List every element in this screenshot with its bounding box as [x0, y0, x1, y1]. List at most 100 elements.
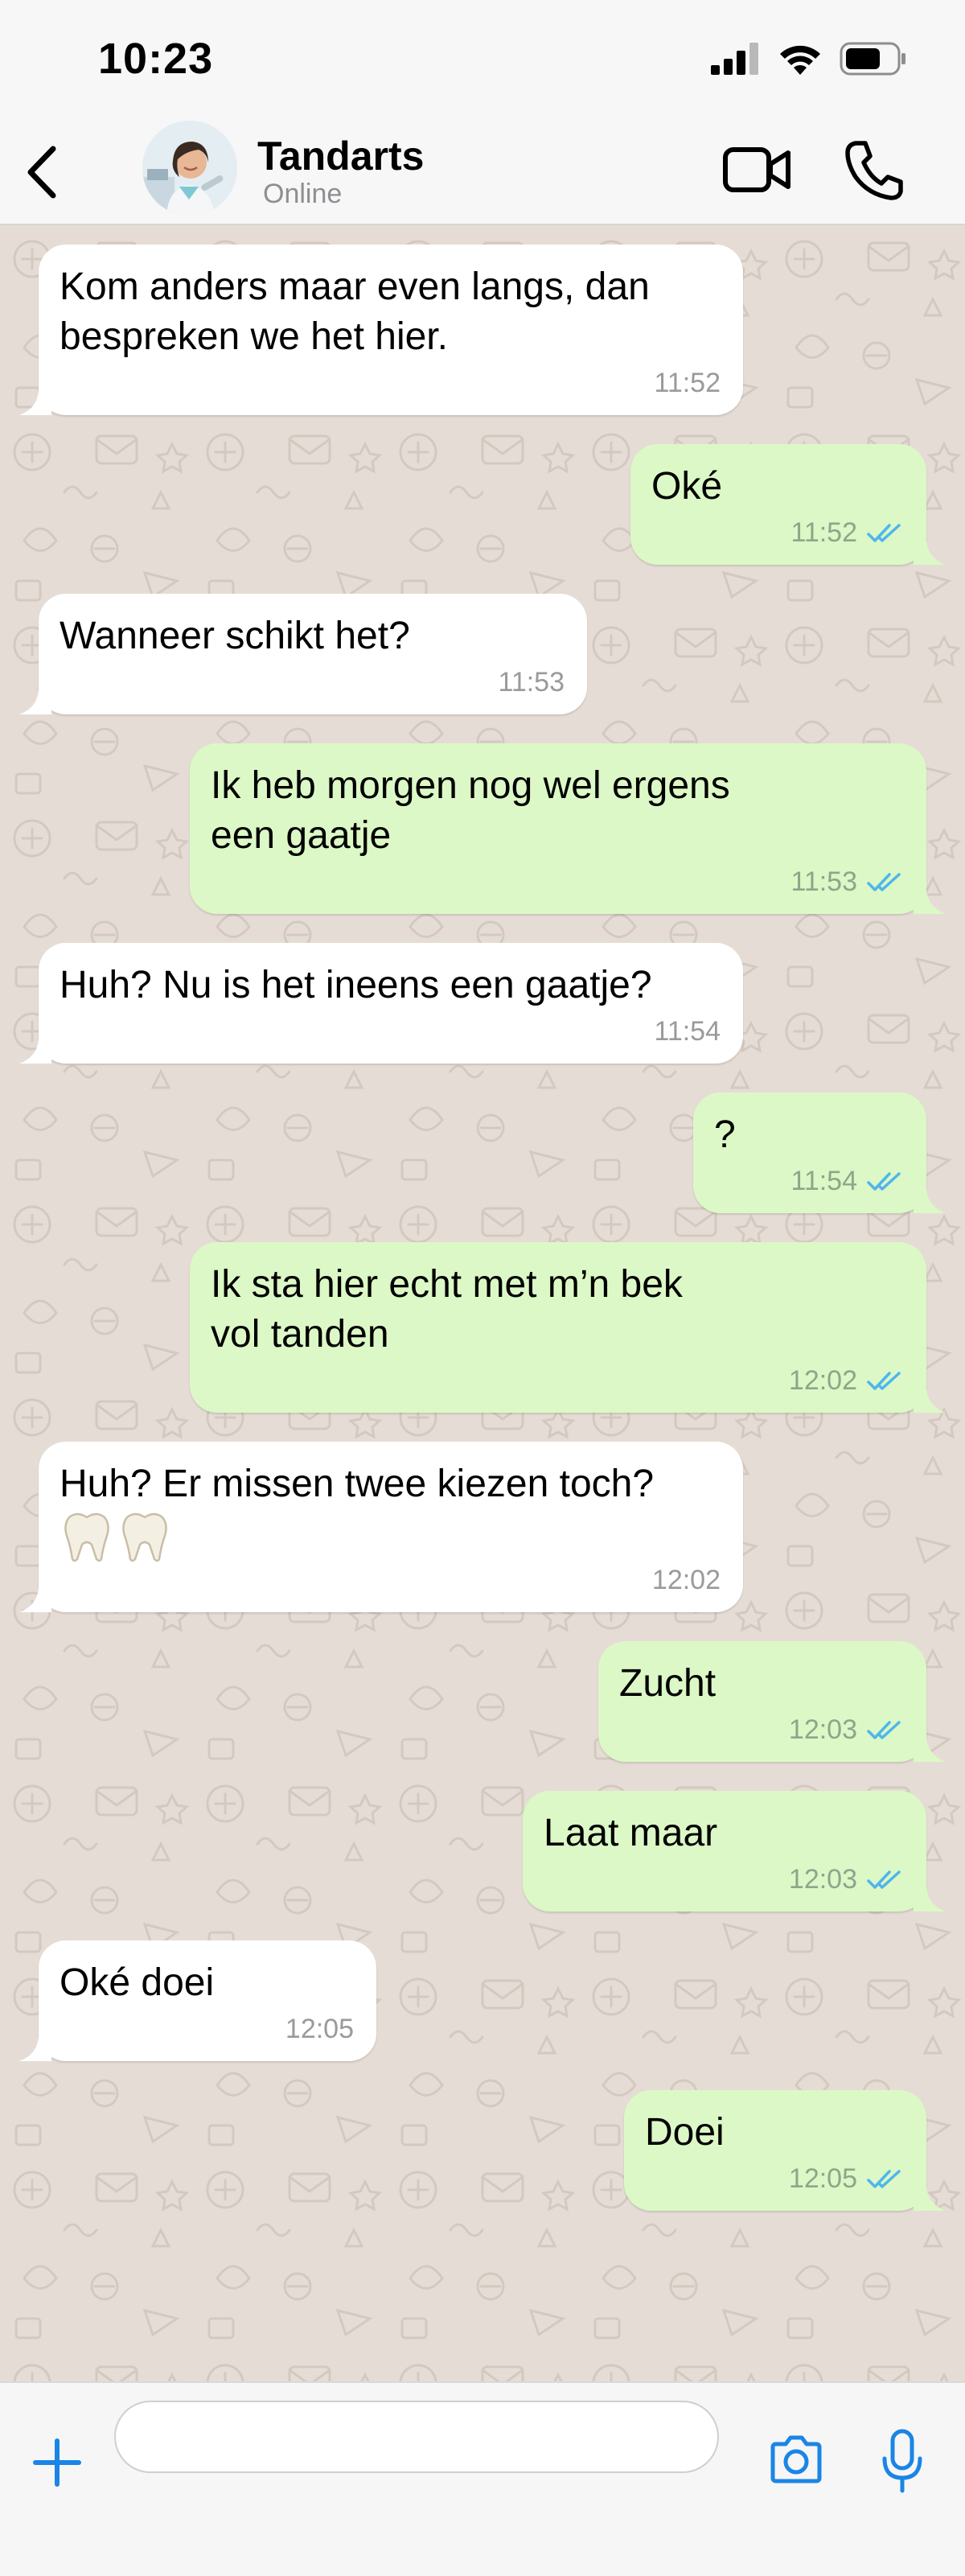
bubble-tail	[19, 388, 51, 415]
outgoing-message-bubble[interactable]: ? 11:54	[693, 1093, 946, 1213]
read-receipt-icon	[867, 1720, 901, 1739]
plus-icon	[33, 2438, 81, 2487]
read-receipt-icon	[867, 872, 901, 891]
message-text: Huh? Nu is het ineens een gaatje?	[60, 961, 652, 1010]
bubble-tail	[914, 2183, 946, 2211]
attach-button[interactable]	[31, 2436, 84, 2489]
message-text: Wanneer schikt het?	[60, 611, 410, 661]
read-receipt-icon	[867, 1171, 901, 1191]
message-text: Huh? Er missen twee kiezen toch?	[60, 1459, 654, 1509]
message-text-line: Ik heb morgen nog wel ergens	[211, 764, 730, 807]
read-receipt-icon	[867, 1870, 901, 1889]
status-time: 10:23	[98, 35, 214, 83]
bubble-tail	[19, 1585, 51, 1612]
message-text: Doei	[645, 2108, 725, 2158]
message-meta: 12:03	[789, 1714, 904, 1746]
message-text-line: een gaatje	[211, 814, 392, 857]
camera-button[interactable]	[768, 2434, 824, 2484]
outgoing-message-bubble[interactable]: Laat maar 12:03	[523, 1791, 946, 1911]
bubble-tail	[19, 2034, 51, 2061]
contact-status: Online	[263, 179, 343, 209]
cellular-signal-icon	[711, 43, 758, 75]
read-receipt-icon	[867, 1371, 901, 1390]
bubble-tail	[914, 1186, 946, 1213]
chat-header: Tandarts Online	[0, 121, 965, 225]
read-receipt-icon	[867, 523, 901, 542]
message-text: Kom anders maar even langs, dan bespreken…	[60, 262, 650, 362]
message-input[interactable]	[114, 2401, 719, 2473]
message-time: 12:05	[788, 2163, 857, 2194]
voice-call-button[interactable]	[844, 138, 904, 201]
incoming-message-bubble[interactable]: Wanneer schikt het? 11:53	[19, 594, 587, 714]
bubble-tail	[914, 1884, 946, 1911]
message-text-line: Zucht	[619, 1662, 717, 1705]
message-meta: 12:03	[789, 1864, 904, 1895]
message-text-line: ?	[714, 1113, 736, 1156]
message-text-line: bespreken we het hier.	[60, 315, 448, 358]
outgoing-message-bubble[interactable]: Oké 11:52	[630, 444, 946, 565]
bubble-tail	[914, 537, 946, 565]
battery-icon	[840, 42, 905, 76]
incoming-message-bubble[interactable]: Huh? Nu is het ineens een gaatje? 11:54	[19, 943, 743, 1064]
message-text-line: Kom anders maar even langs, dan	[60, 265, 650, 308]
wifi-icon	[780, 45, 820, 75]
message-text-line: Ik sta hier echt met m’n bek	[211, 1263, 683, 1306]
message-text-line: Huh? Nu is het ineens een gaatje?	[60, 964, 652, 1006]
microphone-icon	[882, 2429, 922, 2493]
message-time: 11:52	[654, 368, 721, 398]
video-call-button[interactable]	[722, 142, 791, 198]
message-meta: 12:05	[285, 2014, 354, 2045]
message-text: Oké doei	[60, 1958, 214, 2008]
bubble-tail	[914, 1734, 946, 1762]
bubble-tail	[914, 1385, 946, 1413]
message-text-line: vol tanden	[211, 1313, 389, 1356]
chat-area[interactable]: Kom anders maar even langs, dan bespreken…	[0, 227, 965, 2381]
message-text: Ik heb morgen nog wel ergens een gaatje	[211, 761, 730, 861]
message-text: ?	[714, 1110, 736, 1160]
message-text: Ik sta hier echt met m’n bek vol tanden	[211, 1260, 683, 1360]
dentist-avatar-image	[142, 121, 237, 216]
message-time: 12:03	[788, 1864, 857, 1895]
contact-name[interactable]: Tandarts	[257, 133, 424, 179]
camera-icon	[770, 2435, 822, 2483]
microphone-button[interactable]	[880, 2428, 925, 2494]
tooth-emoji-icon	[64, 1512, 109, 1562]
bubble-tail	[19, 687, 51, 714]
outgoing-message-bubble[interactable]: Doei 12:05	[624, 2090, 946, 2211]
message-meta: 11:53	[790, 866, 904, 898]
input-bar	[0, 2381, 965, 2576]
read-receipt-icon	[867, 2169, 901, 2188]
message-meta: 12:05	[789, 2163, 904, 2195]
back-button[interactable]	[18, 143, 66, 201]
message-meta: 12:02	[652, 1565, 721, 1596]
message-time: 11:53	[790, 866, 857, 897]
message-text: Zucht	[619, 1659, 716, 1709]
message-time: 12:02	[651, 1565, 721, 1595]
message-meta: 11:54	[790, 1166, 904, 1197]
bubble-tail	[19, 1036, 51, 1064]
message-emoji-row	[61, 1511, 170, 1564]
message-text-line: Laat maar	[544, 1812, 718, 1854]
outgoing-message-bubble[interactable]: Ik heb morgen nog wel ergens een gaatje 11…	[190, 743, 946, 914]
message-text-line: Oké doei	[60, 1961, 215, 2004]
chevron-left-icon	[27, 146, 56, 199]
incoming-message-bubble[interactable]: Huh? Er missen twee kiezen toch? 12:02	[19, 1442, 743, 1612]
message-meta: 11:54	[654, 1016, 721, 1047]
outgoing-message-bubble[interactable]: Ik sta hier echt met m’n bek vol tanden 12…	[190, 1242, 946, 1413]
outgoing-message-bubble[interactable]: Zucht 12:03	[598, 1641, 946, 1762]
status-icons	[711, 42, 907, 76]
incoming-message-bubble[interactable]: Kom anders maar even langs, dan bespreken…	[19, 245, 743, 415]
message-text-line: Oké	[651, 465, 723, 508]
message-time: 11:53	[498, 667, 565, 697]
message-time: 11:54	[654, 1016, 721, 1047]
bubble-tail	[914, 887, 946, 914]
message-time: 12:03	[788, 1714, 857, 1745]
incoming-message-bubble[interactable]: Oké doei 12:05	[19, 1940, 376, 2061]
tooth-emoji-icon	[122, 1512, 167, 1562]
message-time: 11:52	[790, 517, 857, 548]
message-text-line: Doei	[645, 2111, 725, 2154]
video-call-icon	[723, 147, 790, 192]
avatar[interactable]	[142, 121, 237, 216]
message-time: 11:54	[790, 1166, 857, 1196]
message-meta: 12:02	[789, 1365, 904, 1397]
